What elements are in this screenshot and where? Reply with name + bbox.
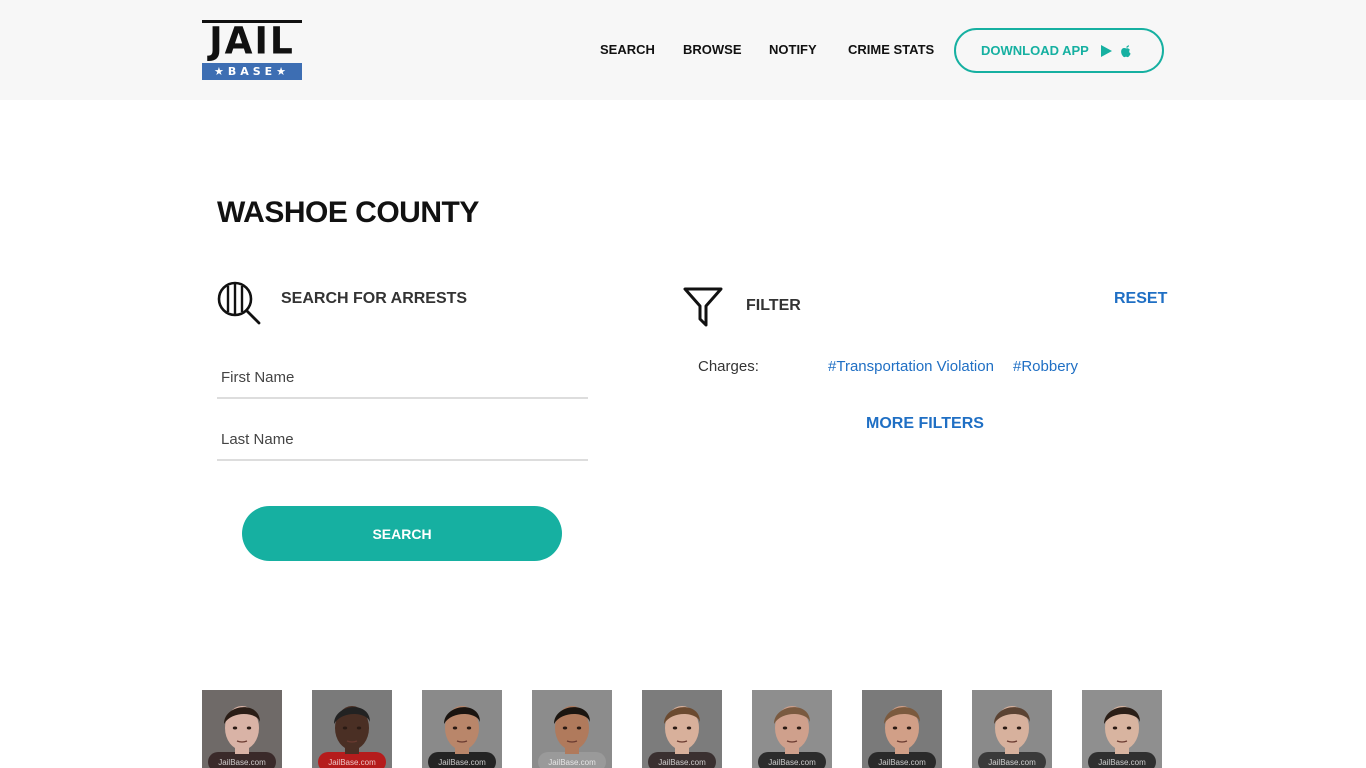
mugshot-thumbnail[interactable]: JailBase.com — [642, 690, 722, 768]
first-name-field[interactable] — [217, 353, 588, 399]
more-filters-link[interactable]: MORE FILTERS — [866, 415, 984, 433]
logo-bottom-text: BASE — [227, 65, 277, 78]
google-play-icon — [1100, 44, 1112, 57]
nav-browse[interactable]: BROWSE — [683, 42, 742, 60]
charges-label: Charges: — [698, 358, 759, 375]
reset-link[interactable]: RESET — [1114, 290, 1167, 308]
mugshot-photo — [422, 690, 502, 768]
site-header: JAIL ★BASE★ SEARCH BROWSE NOTIFY CRIME S… — [0, 0, 1366, 100]
mugshot-photo — [752, 690, 832, 768]
logo-wordmark-top: JAIL — [202, 20, 302, 62]
mugshot-thumbnail[interactable]: JailBase.com — [1082, 690, 1162, 768]
logo-star-icon: ★ — [276, 65, 291, 78]
last-name-input[interactable] — [217, 415, 588, 459]
mugshot-watermark: JailBase.com — [768, 758, 816, 767]
mugshot-thumbnail[interactable]: JailBase.com — [202, 690, 282, 768]
apple-icon — [1120, 44, 1132, 58]
nav-search[interactable]: SEARCH — [600, 42, 655, 60]
mugshot-photo — [862, 690, 942, 768]
mugshot-thumbnail[interactable]: JailBase.com — [312, 690, 392, 768]
charge-tag-robbery[interactable]: #Robbery — [1013, 358, 1078, 375]
mugshot-thumbnail[interactable]: JailBase.com — [422, 690, 502, 768]
nav-notify[interactable]: NOTIFY — [769, 42, 817, 60]
logo-top-text: JAIL — [209, 19, 295, 63]
mugshot-watermark: JailBase.com — [328, 758, 376, 767]
mugshot-thumbnail[interactable]: JailBase.com — [972, 690, 1052, 768]
search-button[interactable]: SEARCH — [242, 506, 562, 561]
mugshot-watermark: JailBase.com — [1098, 758, 1146, 767]
download-app-label: DOWNLOAD APP — [981, 43, 1089, 58]
mugshot-photo — [642, 690, 722, 768]
mugshot-photo — [202, 690, 282, 768]
funnel-icon — [683, 286, 723, 328]
mugshot-thumbnail[interactable]: JailBase.com — [532, 690, 612, 768]
mugshot-thumbnail[interactable]: JailBase.com — [862, 690, 942, 768]
mugshot-watermark: JailBase.com — [988, 758, 1036, 767]
mugshot-watermark: JailBase.com — [548, 758, 596, 767]
nav-crime-stats[interactable]: CRIME STATS — [848, 42, 934, 60]
logo-star-icon: ★ — [213, 65, 228, 78]
page-title: WASHOE COUNTY — [217, 196, 479, 229]
last-name-field[interactable] — [217, 415, 588, 461]
search-for-arrests-heading: SEARCH FOR ARRESTS — [281, 290, 468, 307]
download-app-button[interactable]: DOWNLOAD APP — [954, 28, 1164, 73]
first-name-input[interactable] — [217, 353, 588, 397]
mugshot-thumbnail[interactable]: JailBase.com — [752, 690, 832, 768]
mugshot-photo — [312, 690, 392, 768]
logo-band: ★BASE★ — [202, 63, 302, 80]
charge-tag-transportation-violation[interactable]: #Transportation Violation — [828, 358, 994, 375]
mugshot-watermark: JailBase.com — [658, 758, 706, 767]
jailbase-logo[interactable]: JAIL ★BASE★ — [202, 20, 302, 80]
mugshot-watermark: JailBase.com — [218, 758, 266, 767]
search-bars-icon — [216, 280, 262, 326]
mugshot-photo — [972, 690, 1052, 768]
mugshot-watermark: JailBase.com — [438, 758, 486, 767]
mugshot-watermark: JailBase.com — [878, 758, 926, 767]
mugshot-photo — [1082, 690, 1162, 768]
filter-heading: FILTER — [746, 297, 801, 314]
mugshot-photo — [532, 690, 612, 768]
